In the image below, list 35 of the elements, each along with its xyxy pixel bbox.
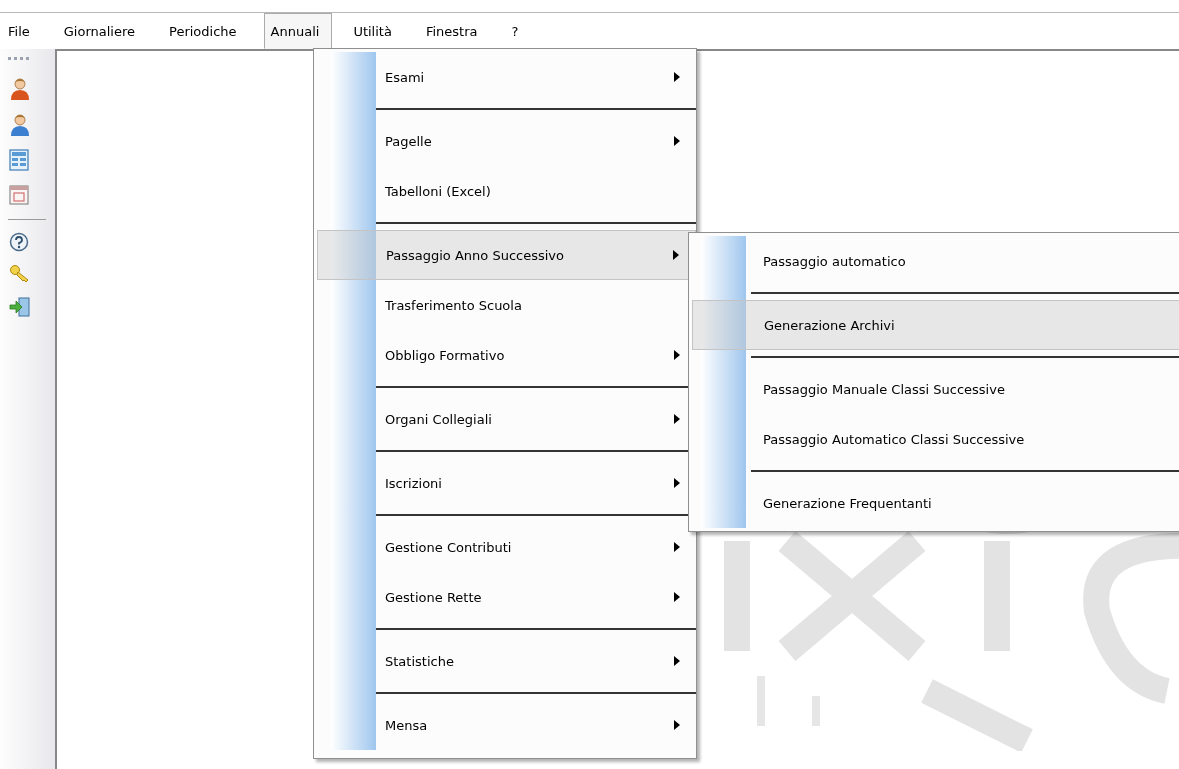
submenu-arrow-icon — [674, 720, 680, 730]
submenu-arrow-icon — [673, 250, 679, 260]
menu-bar-item[interactable]: Utilità — [346, 13, 405, 49]
keys-icon[interactable] — [9, 264, 31, 284]
submenu-arrow-icon — [674, 72, 680, 82]
menu-item[interactable]: Tabelloni (Excel) — [317, 166, 696, 216]
submenu-arrow-icon — [674, 414, 680, 424]
submenu-arrow-icon — [674, 136, 680, 146]
submenu-arrow-icon — [674, 542, 680, 552]
exit-icon[interactable] — [9, 296, 31, 318]
calendar-icon[interactable] — [9, 183, 29, 205]
submenu-arrow-icon — [674, 478, 680, 488]
submenu-arrow-icon — [674, 592, 680, 602]
help-icon[interactable] — [9, 232, 29, 252]
person-icon[interactable] — [9, 113, 31, 137]
menu-bar-item[interactable]: Annuali — [263, 13, 333, 49]
menu-item[interactable]: Passaggio Anno Successivo — [317, 230, 696, 280]
menu-bar-item[interactable]: Periodiche — [162, 13, 250, 49]
person-icon[interactable] — [9, 77, 31, 101]
menu-item[interactable]: Pagelle — [317, 116, 696, 166]
grip-icon[interactable] — [8, 57, 32, 61]
menu-item[interactable]: Statistiche — [317, 636, 696, 686]
menu-item[interactable]: Passaggio Manuale Classi Successive — [692, 364, 1179, 414]
menu-item[interactable]: Esami — [317, 52, 696, 102]
menu-bar-item[interactable]: File — [1, 13, 43, 49]
submenu-arrow-icon — [674, 656, 680, 666]
menu-bar-item[interactable]: Giornaliere — [56, 13, 148, 49]
submenu-arrow-icon — [674, 350, 680, 360]
menu-item[interactable]: Mensa — [317, 700, 696, 750]
form-icon[interactable] — [9, 149, 29, 171]
menu-item[interactable]: Generazione Archivi — [692, 300, 1179, 350]
menu-bar-item[interactable]: ? — [504, 13, 532, 49]
menu-item[interactable]: Gestione Rette — [317, 572, 696, 622]
menu-bar-item[interactable]: Finestra — [418, 13, 491, 49]
menu-item[interactable]: Passaggio Automatico Classi Successive — [692, 414, 1179, 464]
